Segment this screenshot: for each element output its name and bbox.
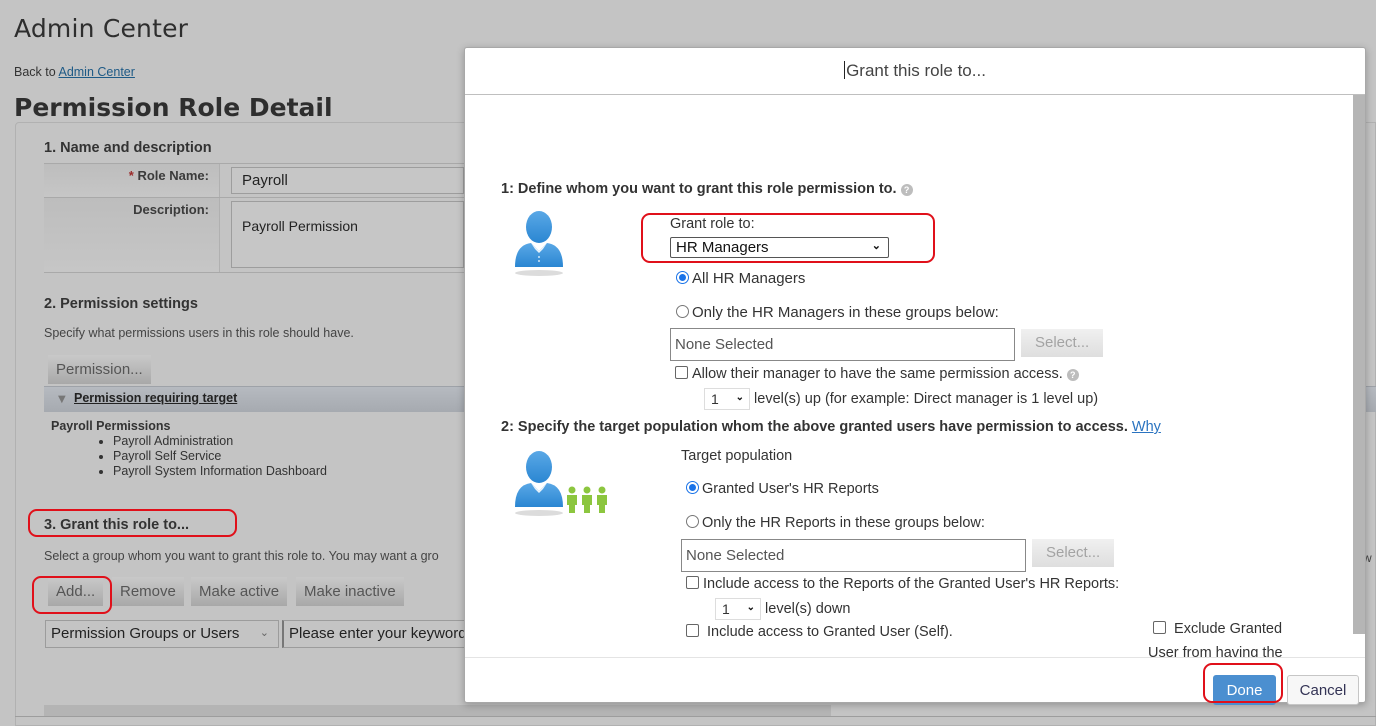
checkbox-icon[interactable] <box>1153 621 1166 634</box>
description-input[interactable]: Payroll Permission <box>231 201 464 268</box>
step2-heading: 2: Specify the target population whom th… <box>501 419 1161 435</box>
checkbox-icon[interactable] <box>675 366 688 379</box>
radio-selected-icon[interactable] <box>686 481 699 494</box>
add-button[interactable]: Add... <box>48 577 104 606</box>
collapse-triangle-icon[interactable]: ▼ <box>58 394 66 405</box>
radio-unselected-icon[interactable] <box>686 515 699 528</box>
text-cursor <box>844 61 846 79</box>
permission-list-heading: Payroll Permissions <box>51 419 171 433</box>
done-button[interactable]: Done <box>1213 675 1276 705</box>
radio-unselected-icon[interactable] <box>676 305 689 318</box>
dialog-header: Grant this role to... <box>465 48 1365 95</box>
role-name-input[interactable]: Payroll <box>231 167 464 194</box>
manager-groups-field[interactable]: None Selected <box>670 328 1015 361</box>
chevron-down-icon: ⌄ <box>259 627 269 639</box>
dialog-title: Grant this role to... <box>846 61 986 80</box>
radio-selected-icon[interactable] <box>676 271 689 284</box>
target-population-icon <box>515 451 607 516</box>
cancel-button[interactable]: Cancel <box>1287 675 1359 705</box>
levels-down-row: 1 ⌄ level(s) down <box>715 598 850 620</box>
include-reports-checkbox[interactable]: Include access to the Reports of the Gra… <box>686 576 1119 592</box>
allow-manager-checkbox[interactable]: Allow their manager to have the same per… <box>675 366 1079 382</box>
radio-granted-users-hr-reports[interactable]: Granted User's HR Reports <box>686 481 879 497</box>
make-active-button[interactable]: Make active <box>191 577 288 606</box>
manager-person-icon <box>515 211 563 276</box>
radio-only-hr-reports-groups[interactable]: Only the HR Reports in these groups belo… <box>686 515 985 531</box>
include-self-checkbox[interactable]: Include access to Granted User (Self). <box>686 624 953 640</box>
horizontal-scrollbar[interactable] <box>44 705 831 716</box>
make-inactive-button[interactable]: Make inactive <box>296 577 404 606</box>
permission-list: Payroll Permissions Payroll Administrati… <box>51 419 327 479</box>
why-link[interactable]: Why <box>1132 419 1161 435</box>
detail-title: Permission Role Detail <box>14 93 333 122</box>
list-item: Payroll System Information Dashboard <box>113 464 327 479</box>
help-icon[interactable]: ? <box>1066 369 1079 381</box>
role-name-label: * Role Name: <box>44 164 220 197</box>
checkbox-icon[interactable] <box>686 624 699 637</box>
report-groups-select-button[interactable]: Select... <box>1032 539 1115 567</box>
grant-role-select[interactable]: HR Managers ⌄ <box>670 237 889 258</box>
section3-subtext: Select a group whom you want to grant th… <box>44 549 439 563</box>
exclude-text-line2: User from having the <box>1148 645 1283 657</box>
list-item: Payroll Self Service <box>113 449 327 464</box>
section2-subtext: Specify what permissions users in this r… <box>44 326 354 340</box>
dialog-scrollbar[interactable] <box>1353 95 1365 634</box>
radio-only-hr-managers-groups[interactable]: Only the HR Managers in these groups bel… <box>676 304 999 321</box>
admin-center-link[interactable]: Admin Center <box>58 65 134 79</box>
required-mark: * <box>128 168 134 183</box>
dialog-footer: Done Cancel <box>465 657 1365 705</box>
chevron-down-icon: ⌄ <box>871 240 881 252</box>
section1-heading: 1. Name and description <box>44 140 212 156</box>
levels-up-row: 1 ⌄ level(s) up (for example: Direct mana… <box>704 388 1098 410</box>
target-population-label: Target population <box>681 448 793 464</box>
exclude-self-checkbox[interactable]: Exclude Granted <box>1153 621 1282 637</box>
section3-heading: 3. Grant this role to... <box>44 517 190 533</box>
chevron-down-icon: ⌄ <box>735 392 744 403</box>
filter-type-select[interactable]: Permission Groups or Users ⌄ <box>45 620 279 648</box>
manager-groups-select-button[interactable]: Select... <box>1021 329 1104 357</box>
keyword-input[interactable]: Please enter your keyword <box>282 620 472 648</box>
page-title: Admin Center <box>14 14 189 43</box>
help-icon[interactable]: ? <box>900 184 913 196</box>
list-item: Payroll Administration <box>113 434 327 449</box>
dialog-body: 1: Define whom you want to grant this ro… <box>465 95 1353 657</box>
report-groups-field[interactable]: None Selected <box>681 539 1026 572</box>
breadcrumb: Back to Admin Center <box>14 65 135 79</box>
checkbox-icon[interactable] <box>686 576 699 589</box>
grant-role-label: Grant role to: <box>670 216 755 232</box>
back-prefix: Back to <box>14 65 56 79</box>
divider <box>15 716 1376 717</box>
permission-requiring-target-link[interactable]: Permission requiring target <box>74 391 237 405</box>
description-label: Description: <box>44 198 220 272</box>
levels-down-select[interactable]: 1 ⌄ <box>715 598 761 620</box>
section2-heading: 2. Permission settings <box>44 296 198 312</box>
grant-role-dialog: Grant this role to... 1: Define whom you… <box>464 47 1366 705</box>
name-description-form: * Role Name: Payroll Description: Payrol… <box>44 163 464 273</box>
step1-heading: 1: Define whom you want to grant this ro… <box>501 181 913 197</box>
radio-all-hr-managers[interactable]: All HR Managers <box>676 270 805 287</box>
permission-button[interactable]: Permission... <box>48 355 151 384</box>
levels-up-select[interactable]: 1 ⌄ <box>704 388 750 410</box>
remove-button[interactable]: Remove <box>112 577 184 606</box>
chevron-down-icon: ⌄ <box>746 602 755 613</box>
